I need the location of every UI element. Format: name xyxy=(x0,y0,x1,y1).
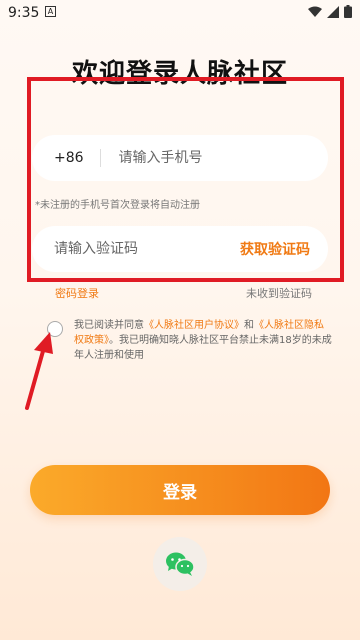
red-arrow-annotation xyxy=(25,332,53,410)
agreement-text-2: 和 xyxy=(244,320,254,331)
wechat-icon xyxy=(166,552,195,576)
no-code-link[interactable]: 未收到验证码 xyxy=(246,285,312,301)
agreement-text-3: 。我已明确知晓人脉社区平台禁止未满18岁的未成年人注册和使用 xyxy=(74,335,332,361)
country-code[interactable]: +86 xyxy=(54,150,84,166)
signal-icon xyxy=(327,5,339,18)
user-agreement-link[interactable]: 《人脉社区用户协议》 xyxy=(144,320,244,331)
get-code-button[interactable]: 获取验证码 xyxy=(240,239,310,259)
system-icons xyxy=(308,5,352,18)
notification-icon: A xyxy=(45,6,56,17)
wechat-login-button[interactable] xyxy=(153,537,207,591)
agreement-text: 我已阅读并同意《人脉社区用户协议》和《人脉社区隐私权政策》。我已明确知晓人脉社区… xyxy=(74,318,332,363)
code-input[interactable] xyxy=(52,240,226,258)
wifi-icon xyxy=(308,6,322,17)
status-bar: 9:35 A xyxy=(0,0,360,24)
code-field[interactable]: 获取验证码 xyxy=(32,226,328,272)
field-divider xyxy=(99,149,101,167)
login-button[interactable]: 登录 xyxy=(30,465,330,515)
phone-input[interactable] xyxy=(116,149,301,167)
battery-icon xyxy=(344,5,352,18)
phone-field[interactable]: +86 xyxy=(32,135,328,181)
register-hint: *未注册的手机号首次登录将自动注册 xyxy=(35,200,200,211)
status-time: 9:35 xyxy=(8,5,40,21)
password-login-link[interactable]: 密码登录 xyxy=(55,285,99,301)
agreement-text-1: 我已阅读并同意 xyxy=(74,320,144,331)
